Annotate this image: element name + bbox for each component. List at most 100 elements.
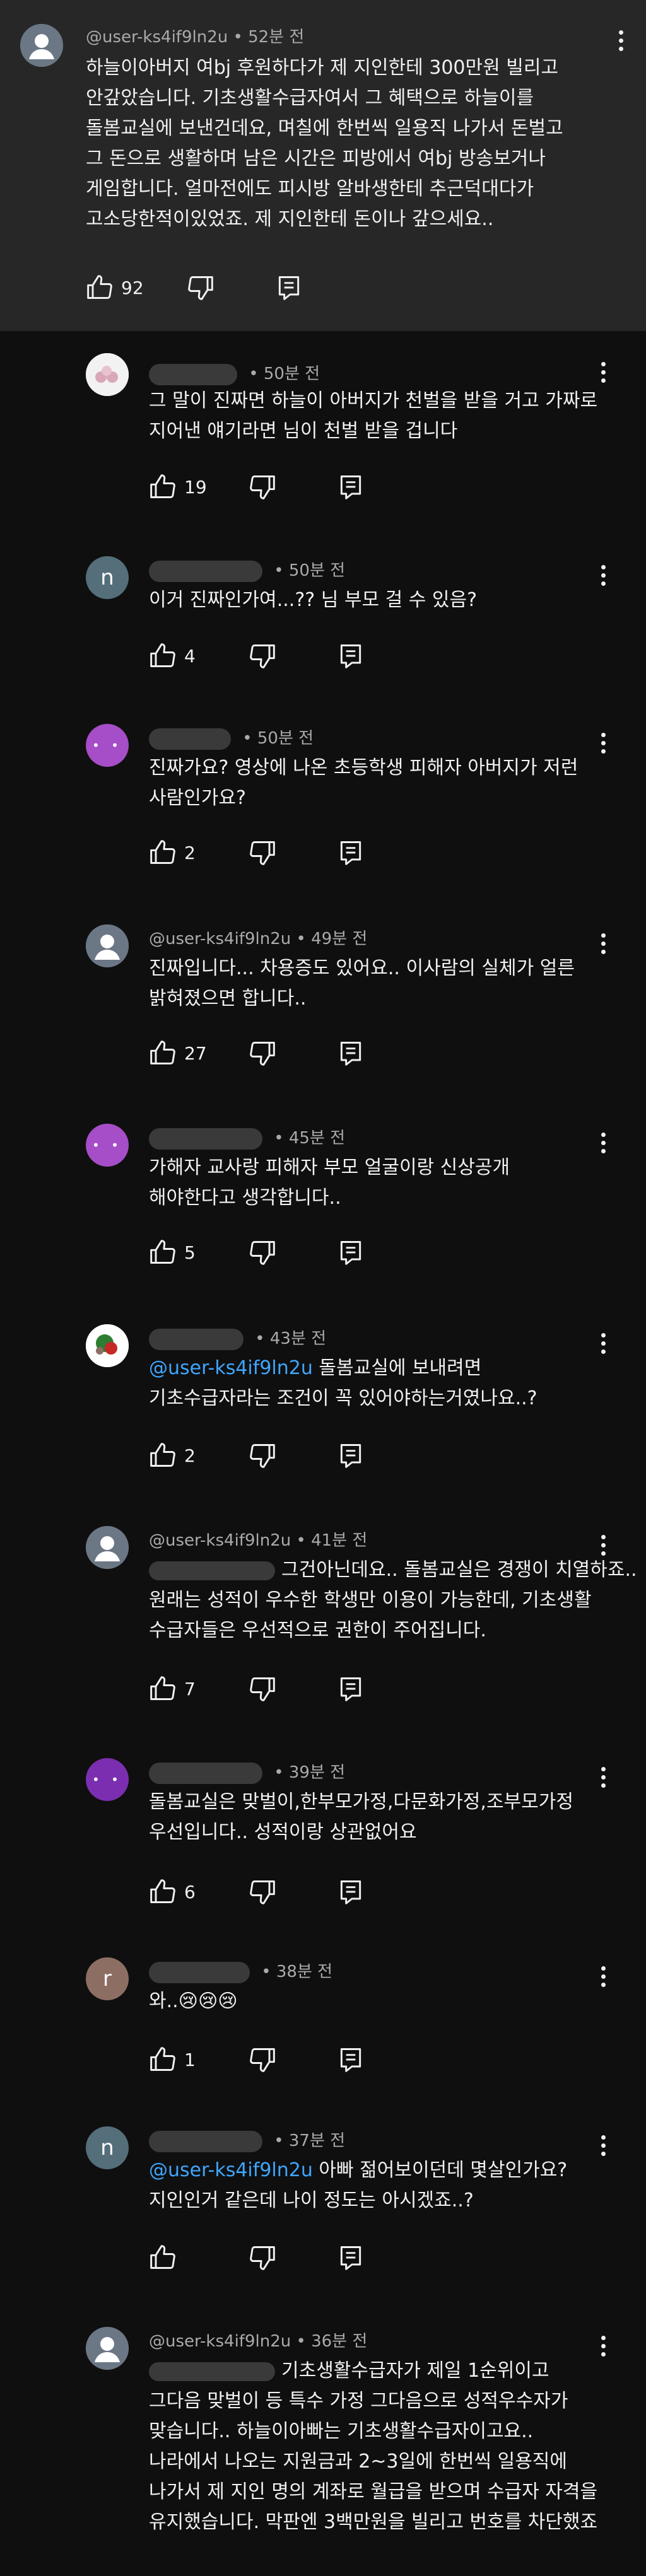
comment-author[interactable]: @user-ks4if9ln2u [149, 1531, 291, 1550]
comment-meta: @user-ks4if9ln2u • 36분 전 [149, 2332, 368, 2351]
reply-button[interactable] [337, 1039, 365, 1067]
avatar-initial: n [100, 2135, 114, 2160]
like-button[interactable]: 5 [149, 1238, 196, 1266]
more-options-icon[interactable] [590, 557, 616, 593]
reply-button[interactable] [337, 642, 365, 670]
comment-time: 49분 전 [311, 930, 368, 948]
like-button[interactable]: 27 [149, 1039, 207, 1067]
thumbs-up-icon [150, 840, 175, 864]
avatar[interactable] [20, 24, 63, 67]
comment-time: 36분 전 [311, 2332, 368, 2351]
comment-meta: @user-ks4if9ln2u • 52분 전 [86, 28, 305, 47]
dislike-button[interactable] [249, 2046, 276, 2073]
comment-time: 45분 전 [288, 1129, 346, 1148]
more-options-icon[interactable] [590, 2128, 616, 2163]
thumbs-up-icon [150, 474, 175, 498]
reply-button[interactable] [337, 1442, 365, 1469]
default-avatar-icon [20, 24, 63, 67]
like-count: 6 [184, 1881, 196, 1903]
like-button[interactable] [149, 2244, 184, 2271]
like-button[interactable]: 92 [86, 274, 144, 301]
comment-author[interactable]: @user-ks4if9ln2u [86, 28, 228, 47]
like-button[interactable]: 4 [149, 642, 196, 670]
comment-actions: 27 [149, 1039, 502, 1075]
reply-button[interactable] [337, 839, 365, 866]
like-count: 2 [184, 1445, 196, 1466]
avatar[interactable]: • • [86, 1124, 129, 1167]
reply-comment-icon [340, 475, 361, 499]
reply-comment-icon [340, 1241, 361, 1265]
dislike-button[interactable] [249, 1039, 276, 1067]
reply-button[interactable] [337, 473, 365, 501]
more-options-icon[interactable] [590, 926, 616, 961]
reply-button[interactable] [275, 274, 303, 301]
more-options-icon[interactable] [590, 1759, 616, 1795]
reply-button[interactable] [337, 1878, 365, 1906]
thumbs-down-icon [250, 1042, 275, 1066]
comment-time: 43분 전 [269, 1329, 327, 1348]
dislike-button[interactable] [249, 2244, 276, 2271]
reply-button[interactable] [337, 1675, 365, 1703]
comment-text: 진짜입니다... 차용증도 있어요.. 이사람의 실체가 얼른 밝혀졌으면 합니… [149, 957, 575, 1010]
thumbs-up-icon [150, 1040, 175, 1064]
dislike-button[interactable] [249, 473, 276, 501]
reply-comment-icon [340, 1880, 361, 1904]
reply-button[interactable] [337, 1238, 365, 1266]
comment-meta: • 38분 전 [149, 1959, 332, 1983]
reply-button[interactable] [337, 2046, 365, 2073]
avatar[interactable]: n [86, 556, 129, 599]
like-button[interactable]: 2 [149, 839, 196, 866]
dislike-button[interactable] [249, 1675, 276, 1703]
thumbs-down-icon [250, 644, 275, 668]
dislike-button[interactable] [249, 1878, 276, 1906]
reply-button[interactable] [337, 2244, 365, 2271]
avatar[interactable]: n [86, 2126, 129, 2169]
more-options-icon[interactable] [590, 1125, 616, 1160]
like-button[interactable]: 7 [149, 1675, 196, 1703]
dislike-button[interactable] [249, 1442, 276, 1469]
thumbs-up-icon [150, 1879, 175, 1903]
comment-author[interactable]: @user-ks4if9ln2u [149, 2332, 291, 2351]
comment-text: @user-ks4if9ln2u 아빠 젊어보이던데 몇살인가요? 지인인거 같… [149, 2159, 568, 2212]
more-options-icon[interactable] [590, 725, 616, 761]
avatar[interactable] [86, 1526, 129, 1569]
thumbs-up-icon [150, 2047, 175, 2071]
comment-meta: @user-ks4if9ln2u • 41분 전 [149, 1531, 368, 1550]
like-button[interactable]: 1 [149, 2046, 196, 2073]
thumbs-up-icon [150, 1676, 175, 1700]
comment-text: 돌봄교실은 맞벌이,한부모가정,다문화가정,조부모가정 우선입니다.. 성적이랑… [149, 1791, 573, 1843]
comment-time: 37분 전 [288, 2131, 346, 2150]
avatar[interactable] [86, 2327, 129, 2370]
avatar[interactable]: • • [86, 724, 129, 767]
more-options-icon[interactable] [590, 1959, 616, 1994]
dislike-button[interactable] [249, 839, 276, 866]
avatar[interactable] [86, 353, 129, 396]
like-button[interactable]: 6 [149, 1878, 196, 1906]
like-count: 7 [184, 1678, 196, 1699]
like-button[interactable]: 2 [149, 1442, 196, 1469]
avatar[interactable] [86, 924, 129, 967]
comment-text: 그 말이 진짜면 하늘이 아버지가 천벌을 받을 거고 가짜로 지어낸 얘기라면… [149, 390, 598, 442]
more-options-icon[interactable] [608, 23, 633, 58]
avatar[interactable]: • • [86, 1758, 129, 1801]
comment-meta: • 50분 전 [149, 361, 320, 385]
avatar[interactable]: r [86, 1957, 129, 2000]
comment-author[interactable]: @user-ks4if9ln2u [149, 930, 291, 948]
comment-time: 52분 전 [248, 28, 305, 47]
comment-item: @user-ks4if9ln2u • 49분 전 진짜입니다... 차용증도 있… [0, 924, 646, 1095]
dislike-button[interactable] [249, 642, 276, 670]
more-options-icon[interactable] [590, 1527, 616, 1563]
reply-mention-link[interactable]: @user-ks4if9ln2u [149, 2159, 313, 2181]
more-options-icon[interactable] [590, 2328, 616, 2363]
reply-comment-icon [278, 276, 300, 300]
default-avatar-icon [86, 1526, 129, 1569]
reply-mention-link[interactable]: @user-ks4if9ln2u [149, 1357, 313, 1379]
more-options-icon[interactable] [590, 354, 616, 390]
avatar[interactable] [86, 1324, 129, 1367]
more-options-icon[interactable] [590, 1326, 616, 1361]
dislike-button[interactable] [249, 1238, 276, 1266]
comment-text: 이거 진짜인가여...?? 님 부모 걸 수 있음? [149, 589, 477, 611]
dislike-button[interactable] [187, 274, 214, 301]
avatar-initial: n [100, 565, 114, 590]
like-button[interactable]: 19 [149, 473, 207, 501]
